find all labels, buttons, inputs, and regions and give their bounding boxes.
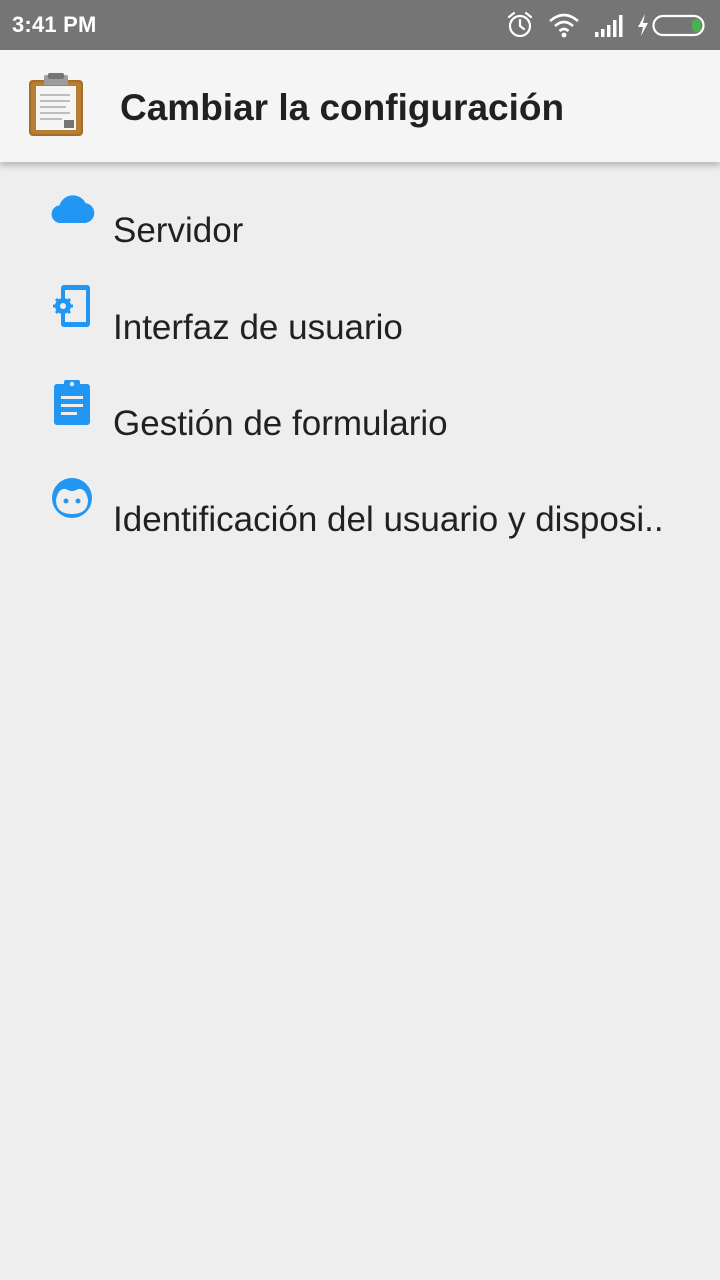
- settings-menu: Servidor Interfaz de usuario Gestión de …: [0, 162, 720, 546]
- menu-item-gestion-formulario[interactable]: Gestión de formulario: [0, 354, 720, 450]
- menu-item-label: Identificación del usuario y disposi..: [113, 500, 664, 539]
- status-icons: [492, 10, 708, 40]
- status-bar: 3:41 PM: [0, 0, 720, 50]
- menu-item-label: Servidor: [113, 211, 244, 250]
- clipboard-list-icon: [46, 376, 98, 428]
- wifi-icon: [548, 10, 580, 40]
- page-title: Cambiar la configuración: [120, 87, 565, 128]
- clipboard-icon: [26, 72, 86, 138]
- battery-icon: [652, 10, 708, 40]
- menu-item-label: Gestión de formulario: [113, 404, 448, 443]
- cloud-icon: [46, 184, 98, 236]
- menu-item-interfaz[interactable]: Interfaz de usuario: [0, 258, 720, 354]
- menu-item-label: Interfaz de usuario: [113, 308, 403, 347]
- phone-settings-icon: [46, 280, 98, 332]
- cell-signal-icon: [594, 10, 626, 40]
- app-bar: Cambiar la configuración: [0, 50, 720, 162]
- status-time: 3:41 PM: [12, 12, 97, 37]
- menu-item-servidor[interactable]: Servidor: [0, 162, 720, 258]
- menu-item-identificacion[interactable]: Identificación del usuario y disposi..: [0, 450, 720, 546]
- alarm-icon: [506, 10, 534, 40]
- charging-icon: [636, 10, 650, 40]
- face-icon: [46, 472, 98, 524]
